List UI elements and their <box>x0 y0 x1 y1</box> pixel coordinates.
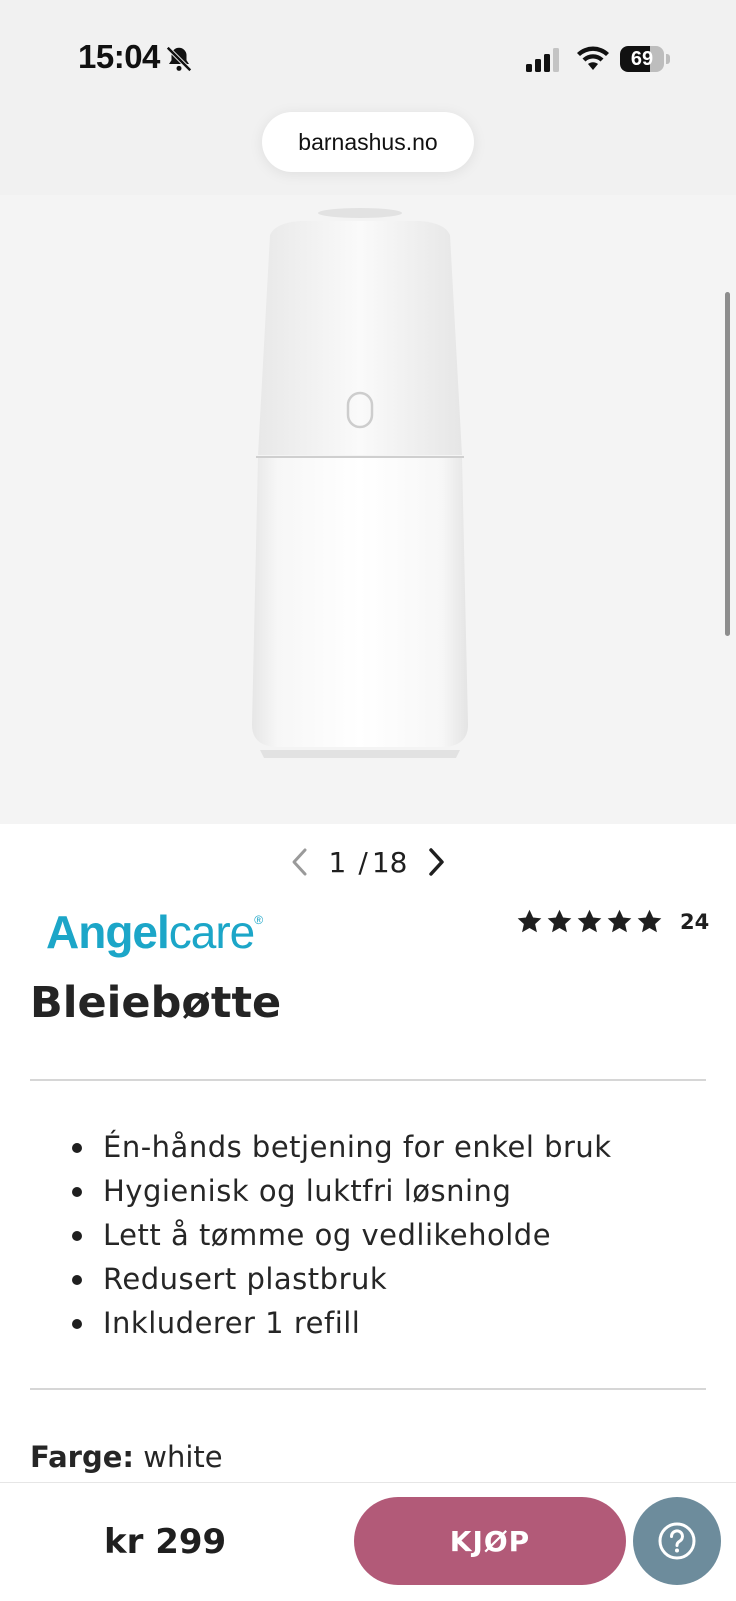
star-icon <box>637 909 662 933</box>
feature-list: Én-hånds betjening for enkel bruk Hygien… <box>30 1125 612 1345</box>
signal-icon <box>526 48 559 72</box>
buy-button[interactable]: KJØP <box>354 1497 626 1585</box>
color-selection: Farge: white <box>30 1440 223 1474</box>
product-title: Bleiebøtte <box>30 978 282 1028</box>
brand-registered-mark: ® <box>254 913 263 927</box>
feature-item: Hygienisk og luktfri løsning <box>30 1169 612 1213</box>
question-circle-icon <box>658 1522 696 1560</box>
gallery-separator: / <box>358 845 368 879</box>
url-bar[interactable]: barnashus.no <box>262 112 474 172</box>
star-icon <box>577 909 602 933</box>
product-image[interactable] <box>0 195 736 824</box>
url-text: barnashus.no <box>298 128 438 155</box>
wifi-icon <box>577 46 609 70</box>
feature-item: Én-hånds betjening for enkel bruk <box>30 1125 612 1169</box>
star-icon <box>607 909 632 933</box>
brand-name-part1: Angel <box>46 906 170 958</box>
diaper-bin-image <box>252 208 468 758</box>
scrollbar-thumb[interactable] <box>725 292 730 636</box>
status-time: 15:04 <box>78 38 160 75</box>
feature-item: Lett å tømme og vedlikeholde <box>30 1213 612 1257</box>
browser-header: 15:04 69 barnashus.no <box>0 0 736 195</box>
brand-logo[interactable]: Angelcare® <box>46 905 263 959</box>
color-value: white <box>143 1440 223 1474</box>
feature-item: Redusert plastbruk <box>30 1257 612 1301</box>
star-icon <box>547 909 572 933</box>
gallery-pager: 1 / 18 <box>0 842 736 882</box>
chevron-right-icon[interactable] <box>423 845 449 879</box>
divider <box>30 1388 706 1390</box>
divider <box>30 1079 706 1081</box>
gallery-total: 18 <box>371 845 408 879</box>
rating-count: 24 <box>680 909 710 934</box>
product-rating[interactable]: 24 <box>516 908 709 935</box>
battery-icon: 69 <box>620 46 670 72</box>
bell-off-icon <box>166 46 192 72</box>
brand-name-part2: care <box>168 906 255 958</box>
gallery-current: 1 <box>328 845 347 879</box>
battery-level: 69 <box>630 48 654 70</box>
color-label: Farge: <box>30 1440 135 1474</box>
star-icon <box>517 909 542 933</box>
feature-item: Inkluderer 1 refill <box>30 1301 612 1345</box>
price: kr 299 <box>104 1522 227 1562</box>
help-button[interactable] <box>633 1497 721 1585</box>
chevron-left-icon[interactable] <box>287 845 313 879</box>
